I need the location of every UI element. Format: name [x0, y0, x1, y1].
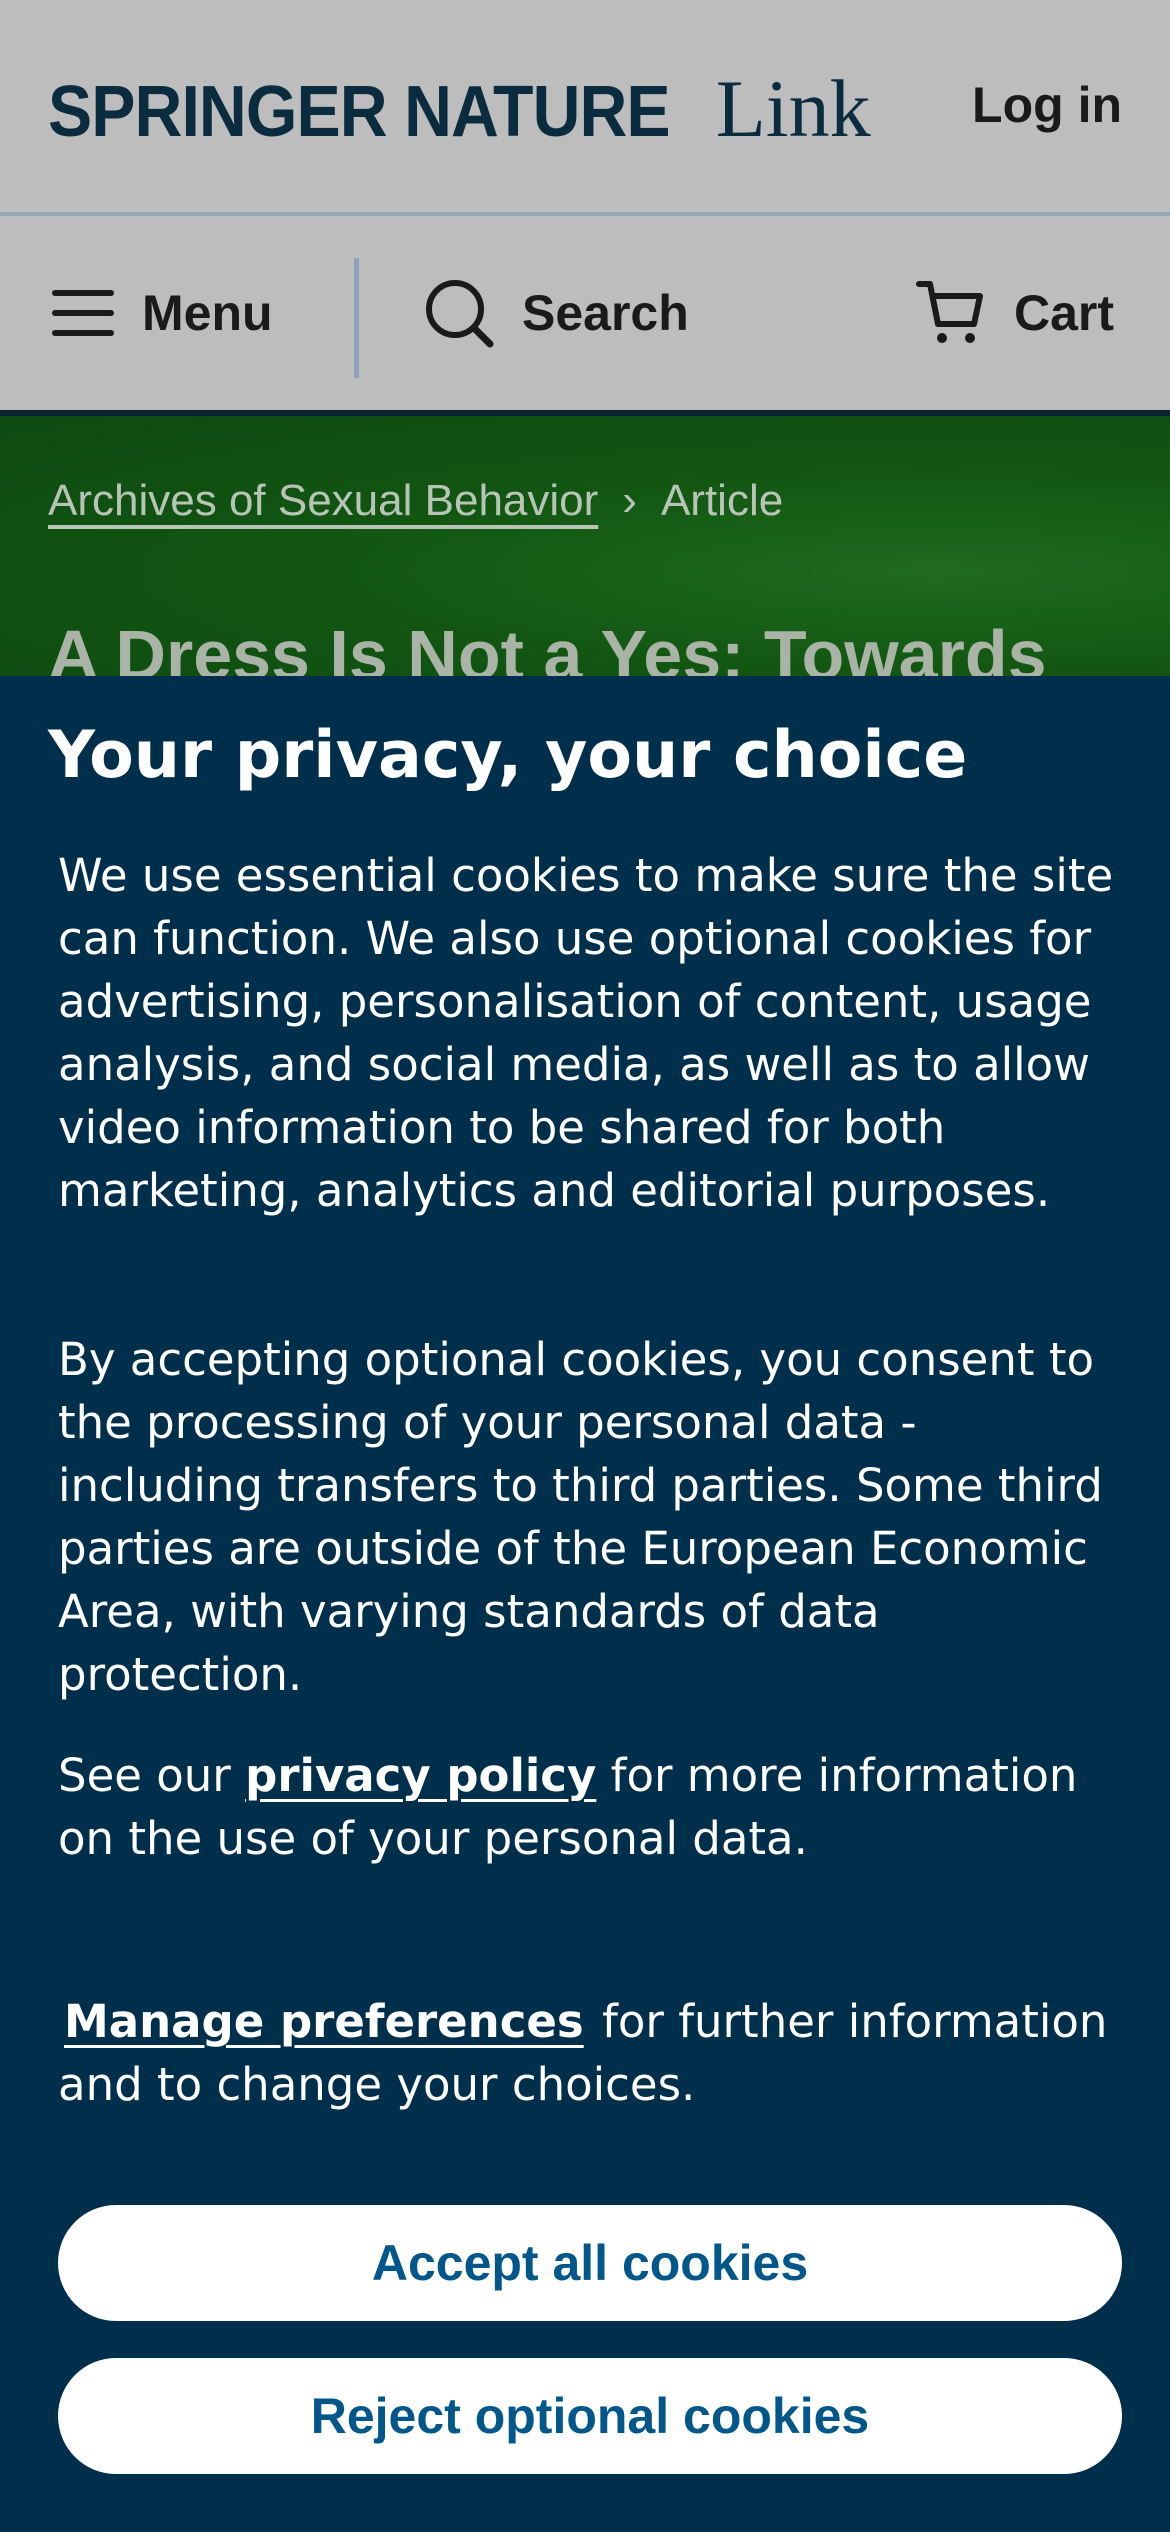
site-header: SPRINGER NATURE Link Log in	[0, 0, 1170, 216]
search-label: Search	[522, 285, 689, 341]
breadcrumb-current: Article	[660, 476, 784, 525]
reject-optional-cookies-button[interactable]: Reject optional cookies	[58, 2358, 1122, 2474]
consent-title: Your privacy, your choice	[48, 718, 968, 793]
nav-divider	[354, 258, 359, 378]
privacy-policy-link[interactable]: privacy policy	[245, 1749, 596, 1802]
menu-button[interactable]: Menu	[52, 216, 273, 410]
nav-bar: Menu Search Cart	[0, 216, 1170, 416]
springer-nature-link-logo[interactable]: SPRINGER NATURE Link	[48, 62, 871, 154]
consent-paragraph-privacy: See our privacy policy for more informat…	[58, 1744, 1118, 1870]
article-title: A Dress Is Not a Yes: Towards	[48, 615, 1047, 676]
hamburger-menu-icon	[52, 290, 114, 336]
breadcrumb-journal-link[interactable]: Archives of Sexual Behavior	[48, 476, 598, 526]
login-link[interactable]: Log in	[972, 76, 1122, 134]
cart-button[interactable]: Cart	[916, 216, 1114, 410]
search-button[interactable]: Search	[424, 216, 689, 410]
privacy-prefix: See our	[58, 1749, 231, 1802]
cart-icon	[916, 281, 983, 343]
breadcrumb: Archives of Sexual Behavior › Article	[48, 476, 783, 526]
search-icon	[426, 280, 494, 348]
manage-preferences-link[interactable]: Manage preferences	[64, 1995, 584, 2048]
brand-link-wordmark: Link	[715, 63, 871, 154]
brand-name: SPRINGER NATURE	[48, 72, 671, 152]
accept-all-cookies-button[interactable]: Accept all cookies	[58, 2205, 1122, 2321]
consent-paragraph-optional: By accepting optional cookies, you conse…	[58, 1333, 1103, 1701]
chevron-right-icon: ›	[622, 476, 637, 525]
consent-paragraph-manage: Manage preferences for further informati…	[58, 1990, 1118, 2116]
consent-paragraph-essential: We use essential cookies to make sure th…	[58, 849, 1114, 1217]
menu-label: Menu	[142, 285, 273, 341]
cart-label: Cart	[1014, 285, 1115, 341]
article-hero: Archives of Sexual Behavior › Article A …	[0, 416, 1170, 676]
cookie-consent-dialog: Your privacy, your choice We use essenti…	[0, 676, 1170, 2532]
